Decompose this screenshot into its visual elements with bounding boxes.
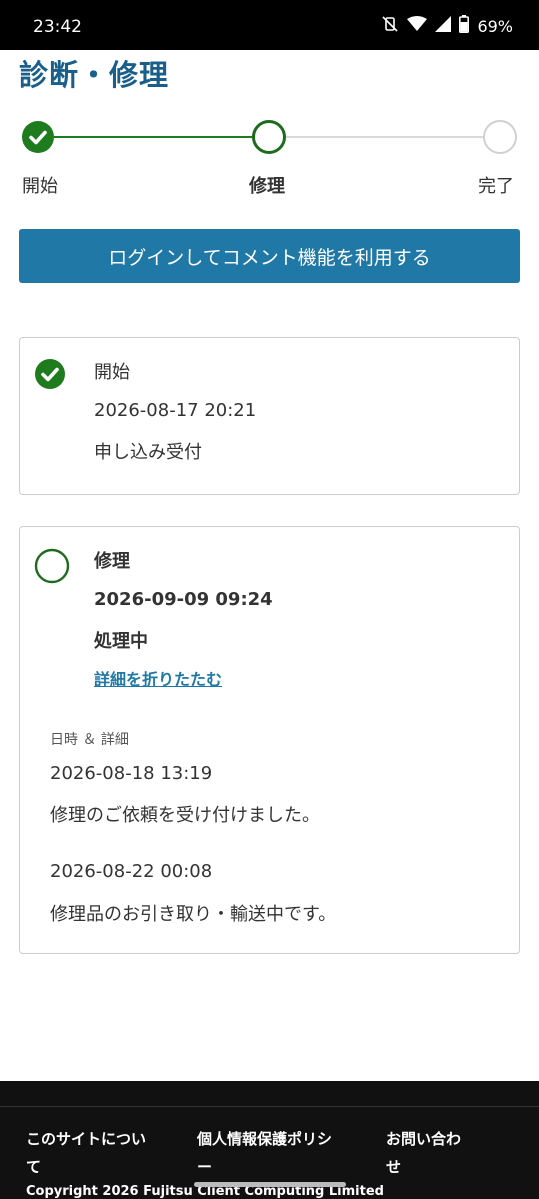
wifi-icon bbox=[407, 16, 428, 36]
footer-link-label: このサイトについ bbox=[26, 1130, 147, 1148]
status-time: 23:42 bbox=[33, 17, 82, 37]
status-icons: 69% bbox=[381, 15, 513, 37]
footer-link-label: ー bbox=[197, 1158, 213, 1176]
step-repair-current-icon bbox=[252, 120, 286, 154]
timeline-card-start: 開始 2026-08-17 20:21 申し込み受付 bbox=[19, 337, 520, 495]
battery-percent: 69% bbox=[477, 16, 513, 36]
page-title: 診断・修理 bbox=[19, 58, 170, 92]
card-datetime: 2026-08-17 20:21 bbox=[94, 400, 257, 421]
step-connector-completed bbox=[54, 136, 254, 138]
footer-link-label: て bbox=[26, 1158, 42, 1176]
history-datetime: 2026-08-22 00:08 bbox=[50, 861, 213, 882]
collapse-details-link[interactable]: 詳細を折りたたむ bbox=[94, 666, 222, 690]
signal-icon bbox=[435, 16, 452, 36]
gesture-home-bar[interactable] bbox=[194, 1182, 346, 1187]
step-connector-pending bbox=[286, 136, 484, 138]
login-comment-button[interactable]: ログインしてコメント機能を利用する bbox=[19, 229, 520, 283]
step-complete-pending-icon bbox=[483, 120, 517, 154]
step-label-complete: 完了 bbox=[478, 176, 514, 197]
timeline-card-repair: 修理 2026-09-09 09:24 処理中 詳細を折りたたむ 日時 ＆ 詳細… bbox=[19, 526, 520, 954]
battery-icon bbox=[459, 15, 470, 37]
card-status: 処理中 bbox=[94, 631, 148, 652]
status-bar: 23:42 69% bbox=[0, 0, 539, 50]
check-circle-icon bbox=[34, 358, 66, 394]
footer-divider bbox=[0, 1106, 539, 1107]
card-status: 申し込み受付 bbox=[94, 442, 202, 463]
progress-stepper: 開始 修理 完了 bbox=[0, 118, 539, 198]
step-label-start: 開始 bbox=[22, 176, 58, 197]
footer-link-label: せ bbox=[386, 1158, 402, 1176]
pending-circle-icon bbox=[34, 548, 70, 588]
history-message: 修理のご依頼を受け付けました。 bbox=[50, 805, 320, 826]
footer-link-label: 個人情報保護ポリシ bbox=[197, 1130, 333, 1148]
site-footer: このサイトについ て 個人情報保護ポリシ ー お問い合わ せ Copyright… bbox=[0, 1081, 539, 1199]
history-datetime: 2026-08-18 13:19 bbox=[50, 763, 213, 784]
card-title: 開始 bbox=[94, 362, 130, 383]
history-header: 日時 ＆ 詳細 bbox=[50, 732, 129, 748]
footer-link-contact[interactable]: お問い合わ せ bbox=[386, 1125, 461, 1181]
footer-link-label: お問い合わ bbox=[386, 1130, 462, 1148]
card-datetime: 2026-09-09 09:24 bbox=[94, 589, 273, 610]
footer-link-about[interactable]: このサイトについ て bbox=[26, 1125, 146, 1181]
step-label-repair: 修理 bbox=[249, 176, 285, 197]
history-message: 修理品のお引き取り・輸送中です。 bbox=[50, 904, 337, 925]
step-start-check-icon bbox=[22, 121, 54, 153]
vibrate-off-icon bbox=[381, 15, 399, 37]
footer-link-privacy[interactable]: 個人情報保護ポリシ ー bbox=[197, 1125, 332, 1181]
card-title: 修理 bbox=[94, 551, 130, 572]
